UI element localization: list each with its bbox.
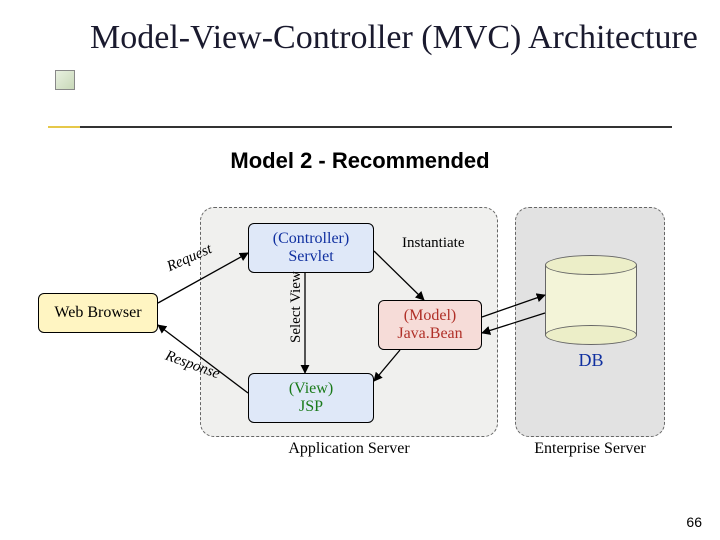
title-rule xyxy=(48,126,672,128)
web-browser-label: Web Browser xyxy=(54,304,141,322)
model-label-line2: Java.Bean xyxy=(397,325,462,343)
controller-label-line2: Servlet xyxy=(288,248,333,266)
mvc-diagram: Application Server Enterprise Server Web… xyxy=(30,195,690,485)
model-node: (Model) Java.Bean xyxy=(378,300,482,350)
controller-label-line1: (Controller) xyxy=(273,230,349,248)
select-view-edge-label: Select View xyxy=(288,271,305,343)
instantiate-edge-label: Instantiate xyxy=(402,235,464,252)
title-bullet-icon xyxy=(55,70,75,90)
view-label-line2: JSP xyxy=(299,398,323,416)
enterprise-server-label: Enterprise Server xyxy=(516,440,664,458)
application-server-label: Application Server xyxy=(201,440,497,458)
database-label: DB xyxy=(545,350,637,371)
database-icon xyxy=(545,255,637,345)
controller-node: (Controller) Servlet xyxy=(248,223,374,273)
slide-title: Model-View-Controller (MVC) Architecture xyxy=(90,18,698,57)
web-browser-node: Web Browser xyxy=(38,293,158,333)
model-label-line1: (Model) xyxy=(404,307,456,325)
subtitle: Model 2 - Recommended xyxy=(0,148,720,174)
page-number: 66 xyxy=(686,514,702,530)
view-node: (View) JSP xyxy=(248,373,374,423)
view-label-line1: (View) xyxy=(289,380,333,398)
